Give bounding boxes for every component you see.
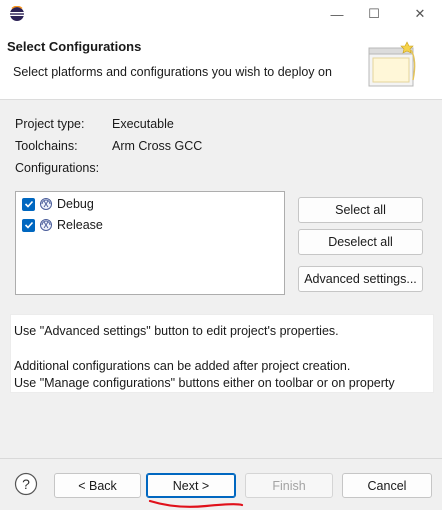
configurations-list[interactable]: Debug Release [15, 191, 285, 295]
cancel-button[interactable]: Cancel [342, 473, 432, 498]
wizard-header: Select Configurations Select platforms a… [0, 28, 442, 100]
finish-button: Finish [245, 473, 333, 498]
configurations-label: Configurations: [15, 161, 100, 175]
maximize-button[interactable]: ☐ [359, 2, 389, 26]
release-checkbox[interactable] [22, 218, 35, 232]
title-bar: — ☐ ✕ [0, 0, 442, 28]
project-type-label: Project type: [15, 117, 85, 131]
info-panel: Use "Advanced settings" button to edit p… [10, 314, 434, 393]
red-underline-annotation [148, 499, 244, 508]
checkmark-icon [24, 221, 33, 229]
toolchains-value: Arm Cross GCC [112, 139, 203, 153]
next-button[interactable]: Next > [146, 473, 236, 498]
back-button[interactable]: < Back [54, 473, 141, 498]
configuration-icon [40, 219, 52, 231]
checkmark-icon [24, 200, 33, 208]
debug-checkbox[interactable] [22, 197, 35, 211]
page-description: Select platforms and configurations you … [13, 65, 332, 79]
footer-divider [0, 458, 442, 459]
page-title: Select Configurations [7, 39, 142, 54]
deselect-all-button[interactable]: Deselect all [298, 229, 423, 255]
config-label-release: Release [57, 218, 103, 232]
eclipse-icon [10, 6, 24, 21]
close-button[interactable]: ✕ [405, 2, 435, 26]
config-label-debug: Debug [57, 197, 94, 211]
info-line: Additional configurations can be added a… [14, 359, 351, 373]
config-item-release[interactable]: Release [22, 216, 103, 234]
toolchains-label: Toolchains: [15, 139, 78, 153]
configuration-icon [40, 198, 52, 210]
help-glyph: ? [22, 476, 30, 492]
wizard-banner-icon [368, 41, 416, 87]
select-all-button[interactable]: Select all [298, 197, 423, 223]
config-item-debug[interactable]: Debug [22, 195, 94, 213]
minimize-button[interactable]: — [322, 2, 352, 26]
help-icon[interactable]: ? [14, 472, 38, 496]
info-line: Use "Advanced settings" button to edit p… [14, 324, 339, 338]
advanced-settings-button[interactable]: Advanced settings... [298, 266, 423, 292]
info-line: Use "Manage configurations" buttons eith… [14, 376, 395, 390]
project-type-value: Executable [112, 117, 174, 131]
